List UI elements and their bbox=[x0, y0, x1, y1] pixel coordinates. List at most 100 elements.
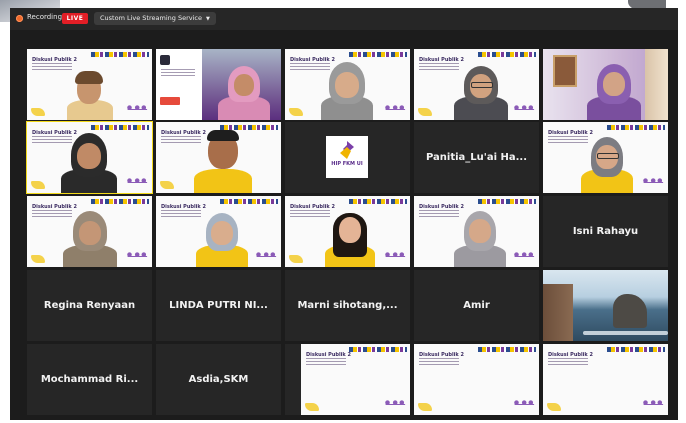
leaf-decoration bbox=[289, 255, 303, 263]
slide-subtitle-lines bbox=[419, 210, 459, 218]
leaf-decoration bbox=[31, 255, 45, 263]
people-decoration-icon bbox=[640, 399, 662, 411]
leaf-decoration bbox=[418, 108, 432, 116]
sponsor-logos bbox=[478, 347, 536, 352]
glasses-icon bbox=[597, 153, 619, 159]
slide-subtitle-lines bbox=[306, 358, 346, 366]
participant-person bbox=[587, 60, 641, 120]
people-decoration-icon bbox=[640, 177, 662, 189]
slide-subtitle-lines bbox=[548, 358, 588, 366]
sea-rock-scenery bbox=[613, 294, 647, 328]
sponsor-logos bbox=[349, 347, 407, 352]
sponsor-logos bbox=[349, 52, 407, 57]
people-decoration-icon bbox=[382, 104, 404, 116]
person-face bbox=[339, 217, 361, 243]
leaf-decoration bbox=[289, 108, 303, 116]
participant-person bbox=[454, 62, 508, 120]
video-feed: Diskusi Publik 2 bbox=[414, 49, 539, 120]
org-logo-card: HIP FKM UI bbox=[326, 136, 368, 178]
chevron-down-icon: ▼ bbox=[205, 16, 210, 22]
slide-subtitle-lines bbox=[161, 210, 201, 218]
participant-video-tile[interactable]: Diskusi Publik 2 bbox=[414, 196, 539, 267]
participant-video-tile[interactable]: Diskusi Publik 2 bbox=[285, 344, 410, 415]
people-decoration-icon bbox=[382, 251, 404, 263]
participant-person bbox=[319, 60, 375, 120]
person-face bbox=[335, 72, 359, 98]
person-face bbox=[234, 74, 254, 96]
participant-video-tile[interactable]: Diskusi Publik 2 bbox=[285, 196, 410, 267]
live-streaming-service-dropdown[interactable]: Custom Live Streaming Service ▼ bbox=[94, 12, 216, 25]
participant-video-tile[interactable] bbox=[543, 270, 668, 341]
logo-mark bbox=[160, 55, 170, 65]
slide-subtitle-lines bbox=[290, 210, 330, 218]
participant-name: Panitia_Lu'ai Ha... bbox=[425, 152, 528, 163]
red-badge bbox=[160, 97, 180, 105]
people-decoration-icon bbox=[124, 251, 146, 263]
participant-video-tile[interactable] bbox=[156, 49, 281, 120]
participant-video-tile[interactable]: Diskusi Publik 2 bbox=[156, 196, 281, 267]
sponsor-logos bbox=[607, 125, 665, 130]
participant-person bbox=[218, 62, 270, 120]
people-decoration-icon bbox=[124, 177, 146, 189]
participant-name-tile[interactable]: Asdia,SKM bbox=[156, 344, 281, 415]
sponsor-logos bbox=[607, 347, 665, 352]
participant-video-tile[interactable] bbox=[543, 49, 668, 120]
leaf-decoration bbox=[547, 403, 561, 411]
participant-name-tile[interactable]: Marni sihotang,... bbox=[285, 270, 410, 341]
participant-person bbox=[454, 209, 506, 267]
participant-video-tile[interactable]: Diskusi Publik 2 bbox=[543, 344, 668, 415]
video-feed: Diskusi Publik 2 bbox=[156, 122, 281, 193]
hip-logo-icon bbox=[340, 141, 354, 159]
wall-picture bbox=[553, 55, 577, 87]
video-feed: Diskusi Publik 2 bbox=[285, 49, 410, 120]
participant-person bbox=[63, 209, 117, 267]
slide-text-lines bbox=[161, 69, 195, 77]
participant-video-tile-active-speaker[interactable]: Diskusi Publik 2 bbox=[26, 121, 153, 194]
live-badge: LIVE bbox=[62, 13, 88, 24]
participant-person bbox=[61, 131, 117, 193]
leaf-decoration bbox=[31, 181, 45, 189]
participant-video-tile[interactable]: Diskusi Publik 2 bbox=[285, 49, 410, 120]
participant-name-tile[interactable]: Amir bbox=[414, 270, 539, 341]
video-feed: Diskusi Publik 2 bbox=[543, 122, 668, 193]
sponsor-logos bbox=[91, 52, 149, 57]
participant-name-tile[interactable]: LINDA PUTRI NI... bbox=[156, 270, 281, 341]
participant-name: Amir bbox=[463, 300, 490, 311]
participant-video-tile[interactable]: HIP FKM UI bbox=[285, 122, 410, 193]
participant-name-tile[interactable]: Panitia_Lu'ai Ha... bbox=[414, 122, 539, 193]
video-feed-slide-only: Diskusi Publik 2 bbox=[414, 344, 539, 415]
participant-video-tile[interactable]: Diskusi Publik 2 bbox=[414, 344, 539, 415]
participant-name-tile[interactable]: Regina Renyaan bbox=[27, 270, 152, 341]
leaf-decoration bbox=[305, 403, 319, 411]
cliff-scenery bbox=[543, 284, 573, 341]
participant-name-tile[interactable]: Isni Rahayu bbox=[543, 196, 668, 267]
participant-name: Regina Renyaan bbox=[43, 300, 136, 311]
participant-name-tile[interactable]: Mochammad Ri... bbox=[27, 344, 152, 415]
video-feed-slide-only: Diskusi Publik 2 bbox=[543, 344, 668, 415]
participant-name: Marni sihotang,... bbox=[297, 300, 398, 311]
person-hair bbox=[75, 71, 103, 84]
participant-video-tile[interactable]: Diskusi Publik 2 bbox=[414, 49, 539, 120]
slide-subtitle-lines bbox=[419, 358, 459, 366]
participant-person bbox=[194, 127, 252, 193]
participant-video-tile[interactable]: Diskusi Publik 2 bbox=[156, 122, 281, 193]
person-face bbox=[603, 72, 625, 96]
service-label: Custom Live Streaming Service bbox=[100, 14, 202, 22]
participant-video-tile[interactable]: Diskusi Publik 2 bbox=[543, 122, 668, 193]
person-face bbox=[469, 219, 491, 243]
participant-name: Isni Rahayu bbox=[572, 226, 639, 237]
participant-person bbox=[65, 70, 115, 120]
sponsor-logos bbox=[478, 199, 536, 204]
participant-video-tile[interactable]: Diskusi Publik 2 bbox=[27, 49, 152, 120]
person-hair bbox=[207, 130, 239, 141]
person-face bbox=[77, 143, 101, 169]
leaf-decoration bbox=[160, 181, 174, 189]
participant-person bbox=[325, 209, 375, 267]
participant-name: Asdia,SKM bbox=[188, 374, 249, 385]
video-feed: Diskusi Publik 2 bbox=[156, 196, 281, 267]
window-curtain bbox=[645, 49, 668, 120]
participant-video-tile[interactable]: Diskusi Publik 2 bbox=[27, 196, 152, 267]
participant-person bbox=[196, 211, 248, 267]
person-face bbox=[79, 221, 101, 245]
video-feed bbox=[156, 49, 281, 120]
